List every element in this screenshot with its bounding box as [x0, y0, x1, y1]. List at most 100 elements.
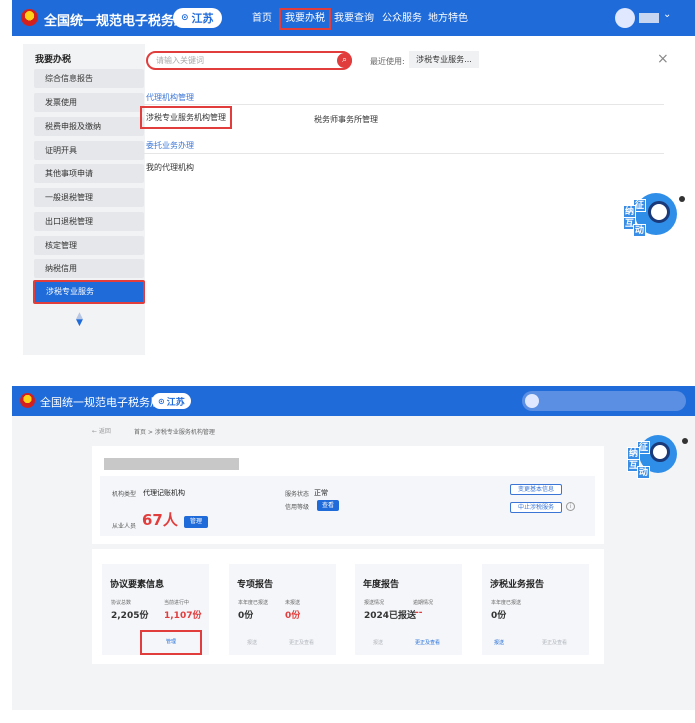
- user-name-masked: [639, 13, 659, 23]
- user-avatar-icon: [525, 394, 539, 408]
- nav-handle-tax[interactable]: 我要办税: [279, 8, 331, 30]
- link-my-agency[interactable]: 我的代理机构: [146, 162, 194, 173]
- province-label: 江苏: [191, 12, 214, 25]
- side-menu-title: 我要办税: [35, 55, 72, 65]
- side-item-certificate[interactable]: 证明开具: [34, 141, 144, 160]
- province-label: 江苏: [166, 397, 185, 408]
- change-info-button[interactable]: 变更基本信息: [510, 484, 562, 495]
- back-link[interactable]: ← 返回: [92, 426, 111, 435]
- report-title: 年度报告: [363, 580, 400, 590]
- report-title: 专项报告: [237, 580, 274, 590]
- staff-label: 从业人员: [112, 523, 137, 530]
- recent-label: 最近使用:: [370, 57, 405, 66]
- report-title: 协议要素信息: [110, 580, 165, 590]
- report-submit-button[interactable]: 报送: [373, 639, 383, 646]
- search-input[interactable]: 请输入关键词: [146, 51, 352, 70]
- divider: [143, 153, 664, 154]
- report-value: 2,205份: [111, 611, 149, 621]
- recent-item-chip[interactable]: 涉税专业服务...: [409, 51, 479, 68]
- agency-info-card: 机构类型 代理记账机构 服务状态 正常 信用等级 查看 从业人员 67人 管理 …: [92, 446, 604, 544]
- mascot-assistant-icon[interactable]: 征 纳 互 动: [627, 435, 677, 479]
- info-icon[interactable]: i: [566, 502, 575, 511]
- province-selector[interactable]: ⊙ 江苏: [173, 8, 222, 28]
- credit-label: 信用等级: [285, 504, 310, 511]
- section-entrust-title: 委托业务办理: [146, 141, 194, 150]
- side-item-export-refund[interactable]: 出口退税管理: [34, 212, 144, 231]
- report-value: 2024已报送: [364, 611, 417, 621]
- report-card-business: 涉税业务报告 本年度已报送 0份 报送 更正及查看: [482, 564, 589, 655]
- nav-public-service[interactable]: 公众服务: [382, 8, 422, 30]
- scroll-arrows-icon[interactable]: ▲ ▼: [76, 312, 83, 328]
- nav-home[interactable]: 首页: [252, 8, 272, 30]
- link-firm-management[interactable]: 税务师事务所管理: [314, 114, 378, 125]
- report-submit-button[interactable]: 报送: [247, 639, 257, 646]
- report-value: --: [415, 608, 423, 618]
- side-item-other-request[interactable]: 其他事项申请: [34, 164, 144, 183]
- breadcrumb: 首页 > 涉税专业服务机构管理: [134, 429, 215, 436]
- report-sub-label: 报送情况: [364, 600, 385, 606]
- close-icon[interactable]: ×: [657, 51, 669, 67]
- report-sub-label: 本年度已报送: [491, 600, 522, 606]
- side-item-invoice[interactable]: 发票使用: [34, 93, 144, 112]
- screenshot-tax-menu: 全国统一规范电子税务局 ⊙ 江苏 首页 我要办税 我要查询 公众服务 地方特色 …: [12, 0, 695, 355]
- section-agency-title: 代理机构管理: [146, 93, 194, 102]
- top-navbar: 全国统一规范电子税务局 ⊙ 江苏: [12, 386, 695, 416]
- staff-count: 67人: [142, 511, 178, 529]
- close-dot-icon[interactable]: [679, 196, 685, 202]
- report-sub-label: 当前进行中: [164, 600, 190, 606]
- mascot-face: [650, 442, 670, 462]
- site-title: 全国统一规范电子税务局: [44, 14, 188, 29]
- mascot-assistant-icon[interactable]: 征 纳 互 动: [623, 193, 677, 237]
- site-title: 全国统一规范电子税务局: [40, 396, 161, 409]
- agency-name-masked: [104, 458, 239, 470]
- side-menu: 我要办税 综合信息报告 发票使用 税费申报及缴纳 证明开具 其他事项申请 一般退…: [23, 44, 145, 355]
- report-submit-button[interactable]: 报送: [494, 639, 504, 646]
- report-card-agreement: 协议要素信息 协议总数 当前进行中 2,205份 1,107份 管理: [102, 564, 209, 655]
- mascot-char: 动: [633, 224, 646, 237]
- side-item-info-report[interactable]: 综合信息报告: [34, 69, 144, 88]
- user-avatar-icon[interactable]: [615, 8, 635, 28]
- report-value: 1,107份: [164, 611, 202, 621]
- report-value: 0份: [238, 611, 254, 621]
- chevron-down-icon[interactable]: ⌄: [663, 9, 671, 20]
- report-value: 0份: [491, 611, 507, 621]
- search-icon[interactable]: ⌕: [337, 53, 352, 68]
- side-item-assessment[interactable]: 核定管理: [34, 236, 144, 255]
- nav-local-feature[interactable]: 地方特色: [428, 8, 468, 30]
- side-item-declare-pay[interactable]: 税费申报及缴纳: [34, 117, 144, 136]
- report-sub-label: 逾期情况: [413, 600, 434, 606]
- credit-view-button[interactable]: 查看: [317, 500, 339, 511]
- close-dot-icon[interactable]: [682, 438, 688, 444]
- divider: [143, 104, 664, 105]
- user-menu-masked[interactable]: [522, 391, 686, 411]
- location-pin-icon: ⊙: [181, 13, 189, 23]
- report-sub-label: 协议总数: [111, 600, 132, 606]
- type-value: 代理记账机构: [143, 489, 185, 497]
- report-correct-view-button[interactable]: 更正及查看: [542, 639, 567, 646]
- side-item-credit[interactable]: 纳税信用: [34, 259, 144, 278]
- staff-manage-button[interactable]: 管理: [184, 516, 208, 528]
- report-title: 涉税业务报告: [490, 580, 545, 590]
- side-item-professional-service[interactable]: 涉税专业服务: [33, 280, 145, 304]
- tax-emblem-icon: [21, 9, 38, 26]
- side-item-refund[interactable]: 一般退税管理: [34, 188, 144, 207]
- type-label: 机构类型: [112, 491, 137, 498]
- status-label: 服务状态: [285, 491, 310, 498]
- screenshot-agency-detail: 全国统一规范电子税务局 ⊙ 江苏 ← 返回 首页 > 涉税专业服务机构管理 机构…: [12, 386, 695, 710]
- link-agency-management[interactable]: 涉税专业服务机构管理: [140, 106, 232, 129]
- nav-query[interactable]: 我要查询: [334, 8, 374, 30]
- report-correct-view-button[interactable]: 更正及查看: [289, 639, 314, 646]
- location-pin-icon: ⊙: [158, 396, 165, 406]
- status-value: 正常: [314, 489, 328, 497]
- report-card-annual: 年度报告 报送情况 逾期情况 2024已报送 -- 报送 更正及查看: [355, 564, 462, 655]
- mascot-char: 动: [637, 466, 650, 479]
- report-sub-label: 未报送: [285, 600, 301, 606]
- tax-emblem-icon: [20, 393, 35, 408]
- report-correct-view-button[interactable]: 更正及查看: [415, 639, 440, 646]
- report-value: 0份: [285, 611, 301, 621]
- province-selector[interactable]: ⊙ 江苏: [152, 393, 191, 409]
- report-card-special: 专项报告 本年度已报送 未报送 0份 0份 报送 更正及查看: [229, 564, 336, 655]
- stop-service-button[interactable]: 中止涉税服务: [510, 502, 562, 513]
- report-sub-label: 本年度已报送: [238, 600, 269, 606]
- agreement-manage-button[interactable]: 管理: [140, 630, 202, 655]
